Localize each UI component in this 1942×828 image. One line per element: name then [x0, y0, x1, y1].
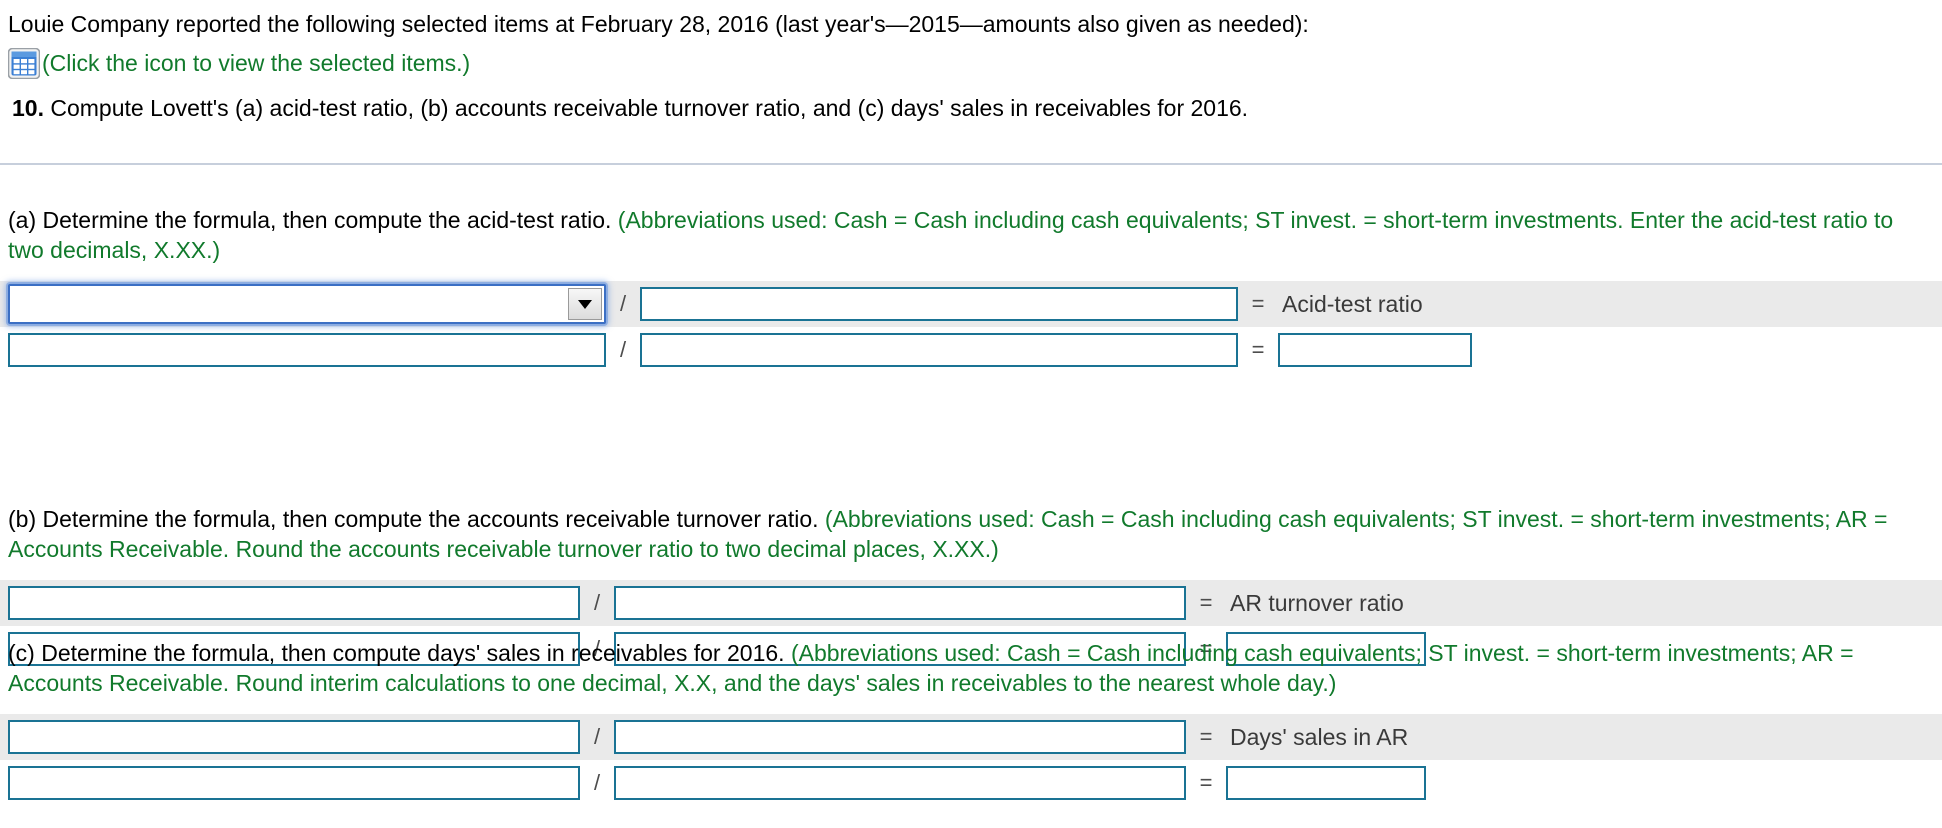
part-c: (c) Determine the formula, then compute …	[0, 638, 1942, 806]
part-b-divider-symbol: /	[593, 590, 601, 615]
part-c-divider-symbol-2: /	[593, 770, 601, 795]
part-c-equals-symbol: =	[1199, 724, 1213, 749]
part-c-denominator-value-input[interactable]	[614, 766, 1186, 800]
part-a-prompt-black: (a) Determine the formula, then compute …	[8, 207, 612, 233]
part-a-denominator-value-input[interactable]	[640, 333, 1238, 367]
part-a-value-row: / =	[0, 327, 1942, 373]
part-a-prompt: (a) Determine the formula, then compute …	[0, 205, 1930, 265]
part-b-numerator-input[interactable]	[8, 586, 580, 620]
part-c-numerator-value-input[interactable]	[8, 766, 580, 800]
question-statement: 10. Compute Lovett's (a) acid-test ratio…	[12, 94, 1248, 122]
question-text: Compute Lovett's (a) acid-test ratio, (b…	[50, 95, 1249, 121]
part-a-equals-symbol-2: =	[1251, 337, 1265, 362]
exercise-page: Louie Company reported the following sel…	[0, 0, 1942, 828]
part-c-prompt: (c) Determine the formula, then compute …	[0, 638, 1930, 698]
chevron-down-icon[interactable]	[568, 288, 602, 320]
selected-items-link-row[interactable]: (Click the icon to view the selected ite…	[8, 46, 470, 80]
part-b-denominator-input[interactable]	[614, 586, 1186, 620]
part-c-equals-symbol-2: =	[1199, 770, 1213, 795]
question-number: 10.	[12, 95, 44, 121]
part-c-value-row: / =	[0, 760, 1942, 806]
spreadsheet-grid-icon[interactable]	[8, 47, 40, 79]
part-b-formula-row: / = AR turnover ratio	[0, 580, 1942, 626]
part-a-numerator-value-input[interactable]	[8, 333, 606, 367]
selected-items-caption[interactable]: (Click the icon to view the selected ite…	[42, 49, 470, 77]
part-a-numerator-select[interactable]	[8, 284, 606, 324]
part-a: (a) Determine the formula, then compute …	[0, 205, 1942, 373]
part-c-result-input[interactable]	[1226, 766, 1426, 800]
part-a-formula-row: / = Acid-test ratio	[0, 281, 1942, 327]
part-b-equals-symbol: =	[1199, 590, 1213, 615]
intro-text: Louie Company reported the following sel…	[8, 11, 1309, 37]
part-c-numerator-input[interactable]	[8, 720, 580, 754]
part-c-formula-block: / = Days' sales in AR / =	[0, 714, 1942, 806]
part-a-denominator-input[interactable]	[640, 287, 1238, 321]
part-a-result-input[interactable]	[1278, 333, 1472, 367]
section-divider	[0, 163, 1942, 165]
part-c-denominator-input[interactable]	[614, 720, 1186, 754]
part-c-formula-row: / = Days' sales in AR	[0, 714, 1942, 760]
part-c-result-label: Days' sales in AR	[1230, 723, 1409, 750]
part-a-divider-symbol: /	[619, 291, 627, 316]
part-a-formula-block: / = Acid-test ratio / =	[0, 281, 1942, 373]
part-b-prompt-black: (b) Determine the formula, then compute …	[8, 506, 819, 532]
part-a-divider-symbol-2: /	[619, 337, 627, 362]
part-a-equals-symbol: =	[1251, 291, 1265, 316]
part-a-result-label: Acid-test ratio	[1282, 290, 1423, 317]
part-b-prompt: (b) Determine the formula, then compute …	[0, 504, 1930, 564]
part-c-prompt-black: (c) Determine the formula, then compute …	[8, 640, 785, 666]
part-c-divider-symbol: /	[593, 724, 601, 749]
part-b-result-label: AR turnover ratio	[1230, 589, 1404, 616]
